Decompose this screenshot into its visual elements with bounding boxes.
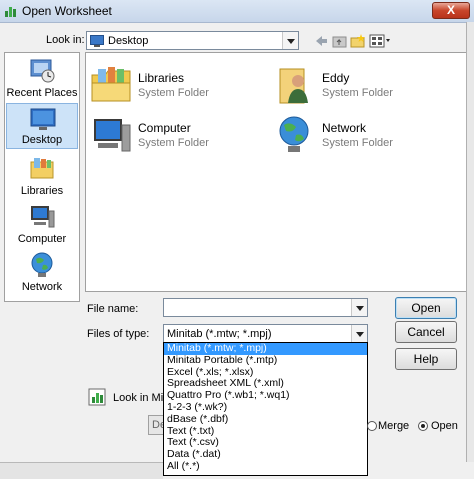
place-label: Desktop (21, 134, 63, 146)
libraries-folder-icon (91, 67, 131, 102)
back-arrow-icon[interactable] (313, 33, 329, 49)
file-name: Computer (138, 121, 191, 135)
minitab-project-icon (88, 388, 106, 406)
file-list[interactable]: Libraries System Folder Eddy System Fold… (85, 52, 467, 292)
file-type: System Folder (322, 87, 393, 99)
filetype-label: Files of type: (87, 328, 150, 340)
merge-label: Merge (378, 420, 410, 432)
place-network[interactable]: Network (6, 249, 78, 295)
network-icon (31, 252, 53, 277)
file-item-eddy[interactable]: Eddy System Folder (274, 65, 454, 109)
file-name: Eddy (322, 71, 350, 85)
file-item-libraries[interactable]: Libraries System Folder (90, 65, 270, 109)
background-window-edge (466, 22, 474, 462)
place-desktop[interactable]: Desktop (6, 103, 78, 149)
merge-radio[interactable] (367, 421, 377, 431)
lookin-combo[interactable]: Desktop (86, 31, 299, 50)
place-computer[interactable]: Computer (6, 201, 78, 247)
close-button[interactable]: X (432, 2, 470, 19)
file-item-network[interactable]: Network System Folder (274, 115, 454, 159)
desktop-small-icon (90, 35, 104, 47)
file-type: System Folder (138, 137, 209, 149)
lookin-dropdown-arrow[interactable] (282, 32, 298, 49)
file-item-computer[interactable]: Computer System Folder (90, 115, 270, 159)
cancel-button[interactable]: Cancel (395, 321, 457, 343)
up-folder-icon[interactable] (332, 33, 348, 49)
filetype-selected: Minitab (*.mtw; *.mpj) (167, 328, 272, 340)
computer-icon (31, 206, 55, 228)
recent-places-icon (30, 59, 55, 83)
lookin-value: Desktop (108, 35, 149, 47)
filename-label: File name: (87, 303, 139, 315)
open-radio-label: Open (431, 420, 458, 432)
computer-icon (94, 119, 131, 152)
open-radio[interactable] (418, 421, 428, 431)
libraries-icon (30, 158, 54, 179)
filetype-option[interactable]: 1-2-3 (*.wk?) (164, 401, 367, 414)
file-name: Libraries (138, 71, 185, 85)
filename-combo[interactable] (163, 298, 368, 317)
place-label: Network (21, 281, 63, 293)
filetype-dropdown-arrow[interactable] (351, 325, 367, 342)
filetype-option[interactable]: Minitab Portable (*.mtp) (164, 354, 367, 367)
place-label: Libraries (20, 185, 64, 197)
open-button[interactable]: Open (395, 297, 457, 319)
help-button[interactable]: Help (395, 348, 457, 370)
window-title: Open Worksheet (22, 4, 112, 18)
filename-dropdown-arrow[interactable] (351, 299, 367, 316)
places-bar: Recent Places Desktop Libraries Computer (4, 52, 80, 302)
filetype-option[interactable]: dBase (*.dbf) (164, 413, 367, 426)
minitab-app-icon (5, 7, 16, 17)
file-name: Network (322, 121, 367, 135)
file-type: System Folder (322, 137, 393, 149)
background-status-bar (0, 462, 163, 479)
place-label: Recent Places (6, 87, 78, 99)
view-menu-icon[interactable] (369, 33, 391, 49)
filetype-option[interactable]: All (*.*) (164, 460, 367, 473)
new-folder-icon[interactable] (350, 33, 366, 49)
network-icon (279, 116, 309, 152)
place-recent-places[interactable]: Recent Places (6, 55, 78, 101)
place-label: Computer (17, 233, 67, 245)
desktop-icon (30, 108, 56, 130)
filetype-combo[interactable]: Minitab (*.mtw; *.mpj) (163, 324, 368, 343)
title-bar: Open Worksheet X (0, 0, 474, 23)
user-folder-icon (279, 68, 308, 104)
file-type: System Folder (138, 87, 209, 99)
place-libraries[interactable]: Libraries (6, 153, 78, 199)
lookin-label: Look in: (46, 34, 85, 46)
filetype-dropdown-list[interactable]: Minitab (*.mtw; *.mpj) Minitab Portable … (163, 342, 368, 476)
